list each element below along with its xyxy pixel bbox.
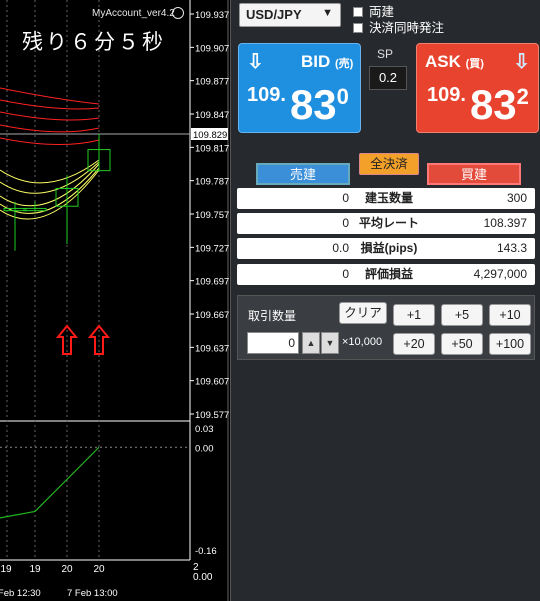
arrow-down-icon: ⇩ bbox=[513, 51, 530, 73]
position-row-pips: 0.0 損益(pips) 143.3 bbox=[237, 238, 535, 259]
close-simultaneous-checkbox[interactable]: 決済同時発注 bbox=[353, 17, 444, 36]
chevron-down-icon: ▼ bbox=[322, 7, 333, 19]
price-tick-label: 109.697 bbox=[195, 277, 229, 288]
trading-screen: 109.937 109.907 109.877 109.847 109.817 109.7… bbox=[0, 0, 540, 601]
date-label: 7 Feb 13:00 bbox=[67, 588, 118, 599]
quantity-up-button[interactable]: ▲ bbox=[302, 332, 320, 354]
spread-label: SP bbox=[377, 47, 394, 61]
countdown-timer: 残り６分５秒 bbox=[22, 30, 166, 54]
current-price-label: 109.829 bbox=[193, 130, 227, 141]
arrow-down-outline-icon: ⇩ bbox=[247, 51, 264, 73]
price-tick-label: 109.787 bbox=[195, 177, 229, 188]
time-tick-label: 20 bbox=[93, 564, 105, 575]
bid-price: 109.830 bbox=[247, 81, 349, 128]
indicator-name: MyAccount_ver4.2 bbox=[92, 8, 175, 19]
oscillator-tick-label: -0.16 bbox=[195, 546, 217, 557]
price-tick-label: 109.727 bbox=[195, 243, 229, 254]
order-panel: USD/JPY ▼ 両建 決済同時発注 ⇩ BID (売) 109.830 SP… bbox=[230, 0, 540, 601]
price-tick-label: 109.937 bbox=[195, 10, 229, 21]
oscillator-tick-label: 0.00 bbox=[193, 572, 213, 583]
currency-pair-select[interactable]: USD/JPY ▼ bbox=[239, 3, 341, 27]
ask-price: 109.832 bbox=[427, 81, 529, 128]
bid-quote-button[interactable]: ⇩ BID (売) 109.830 bbox=[238, 43, 361, 133]
chart-bg bbox=[0, 0, 190, 601]
price-tick-label: 109.667 bbox=[195, 310, 229, 321]
price-tick-label: 109.877 bbox=[195, 77, 229, 88]
time-tick-label: 19 bbox=[29, 564, 41, 575]
add-5-button[interactable]: +5 bbox=[441, 304, 483, 326]
add-50-button[interactable]: +50 bbox=[441, 333, 483, 355]
close-simultaneous-label: 決済同時発注 bbox=[369, 21, 445, 35]
checkbox-icon bbox=[353, 7, 363, 17]
price-chart[interactable]: 109.937 109.907 109.877 109.847 109.817 109.7… bbox=[0, 0, 230, 601]
clear-button[interactable]: クリア bbox=[339, 302, 387, 324]
ask-quote-button[interactable]: ASK (買) ⇩ 109.832 bbox=[416, 43, 539, 133]
bid-label: BID (売) bbox=[301, 52, 354, 71]
price-tick-label: 109.907 bbox=[195, 43, 229, 54]
price-tick-label: 109.757 bbox=[195, 210, 229, 221]
buy-position-button[interactable]: 買建 bbox=[427, 163, 521, 185]
add-20-button[interactable]: +20 bbox=[393, 333, 435, 355]
quantity-multiplier: ×10,000 bbox=[342, 336, 383, 348]
price-tick-label: 109.607 bbox=[195, 377, 229, 388]
oscillator-tick-label: 0.00 bbox=[195, 443, 214, 454]
add-10-button[interactable]: +10 bbox=[489, 304, 531, 326]
smiley-icon bbox=[172, 7, 184, 19]
order-quantity-box: 取引数量 ▲ ▼ ×10,000 クリア +1 +5 +10 +20 +50 +… bbox=[237, 295, 535, 360]
price-tick-label: 109.637 bbox=[195, 343, 229, 354]
ask-label: ASK (買) bbox=[425, 52, 484, 71]
price-tick-label: 109.847 bbox=[195, 110, 229, 121]
oscillator-tick-label: 0.03 bbox=[195, 424, 214, 435]
position-row-quantity: 0 建玉数量 300 bbox=[237, 188, 535, 209]
price-tick-label: 109.817 bbox=[195, 143, 229, 154]
currency-pair-label: USD/JPY bbox=[246, 7, 302, 22]
position-row-valuation: 0 評価損益 4,297,000 bbox=[237, 264, 535, 285]
close-all-button[interactable]: 全決済 bbox=[359, 153, 419, 175]
add-100-button[interactable]: +100 bbox=[489, 333, 531, 355]
sell-position-button[interactable]: 売建 bbox=[256, 163, 350, 185]
position-row-average-rate: 0 平均レート 108.397 bbox=[237, 213, 535, 234]
spread-value: 0.2 bbox=[369, 66, 407, 90]
checkbox-icon bbox=[353, 23, 363, 33]
quantity-label: 取引数量 bbox=[248, 309, 297, 323]
time-tick-label: 19 bbox=[0, 564, 12, 575]
quantity-input[interactable] bbox=[247, 332, 299, 354]
date-label: 7 Feb 12:30 bbox=[0, 588, 41, 599]
quantity-down-button[interactable]: ▼ bbox=[321, 332, 339, 354]
add-1-button[interactable]: +1 bbox=[393, 304, 435, 326]
time-tick-label: 20 bbox=[61, 564, 73, 575]
price-tick-label: 109.577 bbox=[195, 410, 229, 421]
chart-canvas: 109.937 109.907 109.877 109.847 109.817 109.7… bbox=[0, 0, 229, 601]
